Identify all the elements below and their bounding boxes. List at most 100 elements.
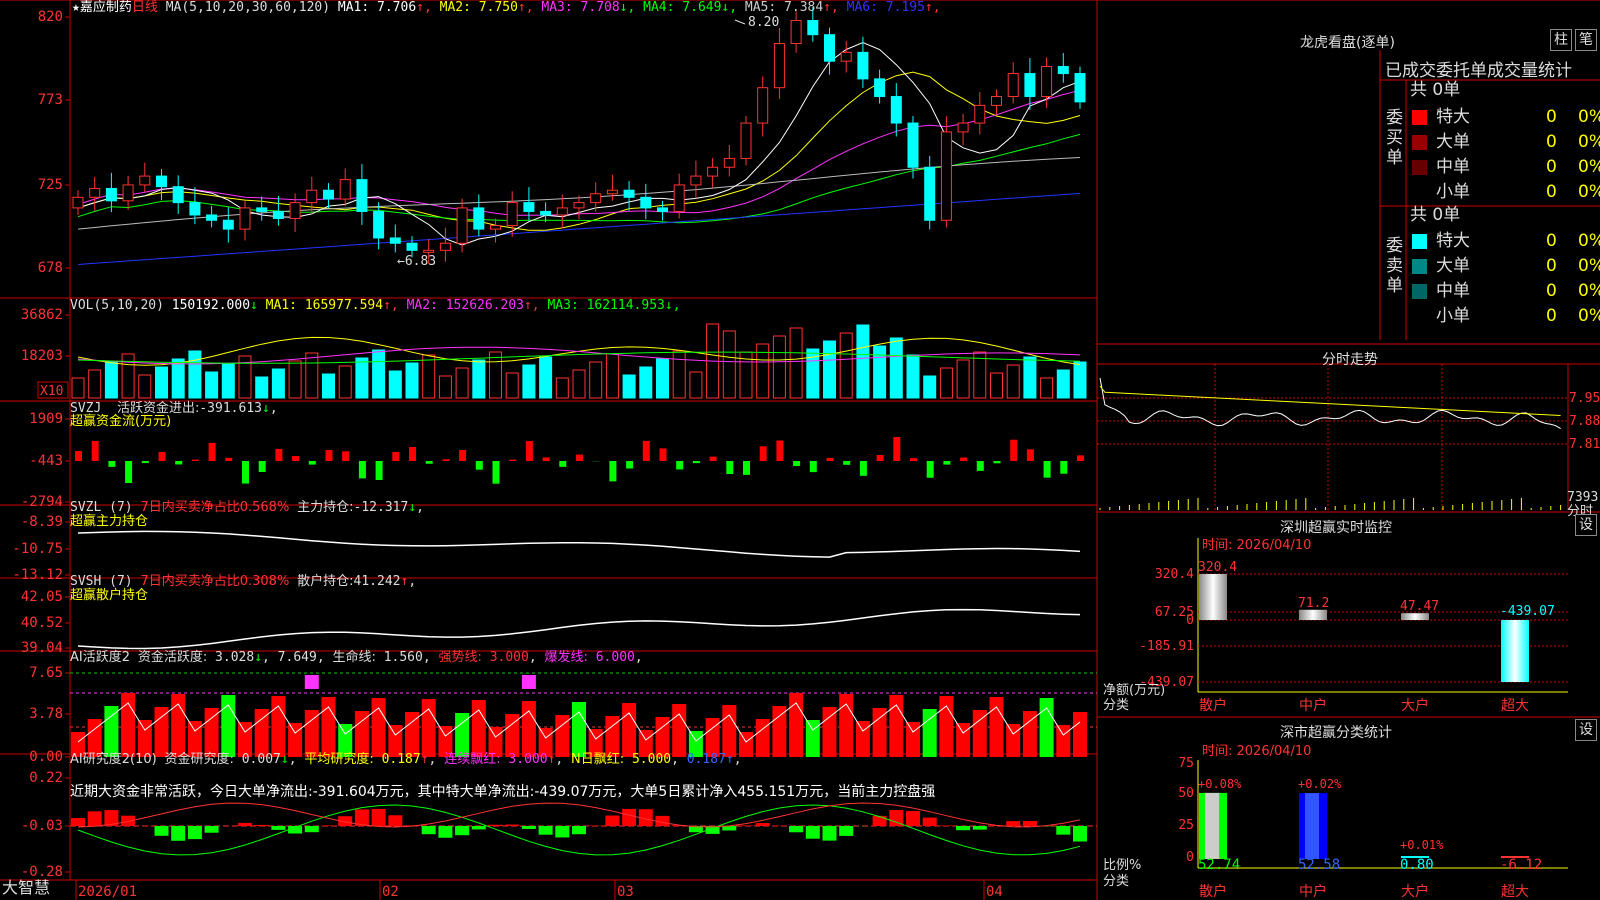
candle-body (306, 189, 318, 204)
fund-flow-bar (1010, 439, 1018, 461)
volume-bar (572, 369, 586, 399)
research-bar (171, 826, 186, 841)
volume-bar (422, 354, 436, 399)
sz-class-settings-button[interactable]: 设 (1575, 719, 1597, 741)
fund-flow-bar (843, 461, 851, 465)
footer-logo[interactable]: 大智慧 (2, 880, 50, 896)
ai-research-header: AI研究度2(10) 资金研究度: 0.007↓, 平均研究度: 0.187↑,… (70, 752, 742, 767)
sell-total: 共 0单 (1410, 205, 1461, 225)
stock-name[interactable]: 嘉应制药 (80, 0, 132, 15)
fund-flow-bar (960, 457, 968, 461)
candle-body (773, 43, 785, 89)
research-bar (872, 815, 887, 826)
order-row-name: 小单 (1436, 182, 1470, 202)
candle-body (540, 210, 552, 216)
vol-header: VOL(5,10,20) 150192.000↓ MA1: 165977.594… (70, 298, 681, 314)
fund-flow-bar (358, 461, 366, 479)
volume-bar (839, 332, 853, 399)
sz-monitor-ylabel: 净额(万元) (1103, 683, 1166, 698)
research-bar (839, 826, 854, 836)
research-bar (154, 826, 169, 836)
class-change-label: +0.08% (1198, 777, 1242, 791)
candle-body (473, 207, 485, 230)
fund-flow-bar (692, 461, 700, 464)
volume-bar (873, 345, 887, 399)
sz-class-time: 时间: 2026/04/10 (1202, 744, 1312, 759)
ai-active-header: AI活跃度2 资金活跃度: 3.028↓, 7.649, 生命线: 1.560,… (70, 650, 643, 665)
period-label[interactable]: 日线 (132, 0, 158, 15)
intraday-title[interactable]: 分时走势 (1322, 349, 1378, 369)
order-row-p: 0% (1578, 281, 1600, 301)
fund-flow-bar (943, 461, 951, 465)
class-bar (1205, 792, 1219, 859)
candle-body (924, 166, 936, 221)
candle-body (907, 122, 919, 168)
activity-bar (622, 703, 637, 757)
volume-bar (405, 362, 419, 399)
candle-body (272, 210, 284, 220)
burst-marker (521, 675, 536, 689)
x-tick-label: 2026/01 (78, 884, 137, 900)
monitor-bar (1199, 574, 1227, 620)
ma-item-1: MA1: 165977.594↑, (257, 298, 399, 313)
order-row-name: 中单 (1436, 157, 1470, 177)
volume-bar (789, 327, 803, 399)
ai-research-v5: 0.187 (686, 752, 726, 767)
tick-view-button[interactable]: 笔 (1575, 29, 1597, 51)
order-row-p: 0% (1578, 182, 1600, 202)
research-bar (438, 826, 453, 838)
candle-body (940, 131, 952, 221)
fund-flow-bar (576, 454, 583, 461)
candle-body (490, 225, 501, 230)
volume-bar (589, 361, 603, 399)
volume-bar (505, 372, 519, 399)
bar-view-button[interactable]: 柱 (1550, 29, 1572, 51)
legend-swatch (1412, 259, 1427, 274)
y-tick-label: 36862 (21, 307, 63, 323)
y-tick-label: 40.52 (21, 615, 63, 631)
volume-bar (372, 349, 386, 399)
volume-bar (856, 324, 870, 399)
svsh-t2: 散户持仓: (297, 574, 354, 589)
candle-body (289, 202, 301, 220)
research-bar (304, 826, 319, 833)
monitor-y-tick: 0 (1186, 613, 1194, 628)
intraday-y-tick: 7.81 (1569, 437, 1600, 452)
class-category-label: 中户 (1299, 883, 1327, 900)
sz-monitor-settings-button[interactable]: 设 (1575, 514, 1597, 536)
activity-bar (371, 698, 386, 757)
fund-flow-bar (1026, 449, 1034, 461)
volume-bar (539, 356, 553, 399)
fund-flow-bar (459, 449, 467, 461)
volume-bar (138, 374, 152, 399)
volume-bar (205, 371, 219, 399)
research-bar (555, 826, 570, 838)
candle-body (206, 214, 218, 221)
candle-body (640, 196, 652, 209)
candle-body (1041, 65, 1053, 98)
dragon-tabs[interactable]: 已成交委托单成交量统计 (1385, 56, 1572, 81)
fund-flow-bar (626, 461, 634, 469)
candle-body (1024, 73, 1036, 98)
volume-bar (889, 337, 903, 399)
volume-bar (1040, 377, 1054, 399)
y-tick-label: -443 (29, 453, 63, 469)
candle-body (573, 202, 585, 209)
class-value-label: 0.80 (1400, 857, 1434, 873)
candle-body (323, 189, 334, 200)
research-bar (521, 826, 536, 829)
volume-bar (121, 353, 135, 399)
star-icon[interactable]: ★ (72, 0, 80, 15)
activity-bar (956, 723, 971, 757)
research-bar (972, 826, 987, 830)
activity-bar (1056, 725, 1071, 757)
order-row-name: 特大 (1436, 231, 1470, 251)
sell-side-label: 委卖单 (1386, 236, 1403, 296)
candle-body (606, 189, 618, 195)
class-change-label: +0.02% (1298, 777, 1342, 791)
retail-position-line (77, 608, 1081, 650)
ma-item-3: MA3: 162114.953↓, (539, 298, 681, 313)
fund-flow-bar (793, 461, 801, 467)
order-row-p: 0% (1578, 231, 1600, 251)
svzl-sub: 超赢主力持仓 (70, 514, 149, 529)
